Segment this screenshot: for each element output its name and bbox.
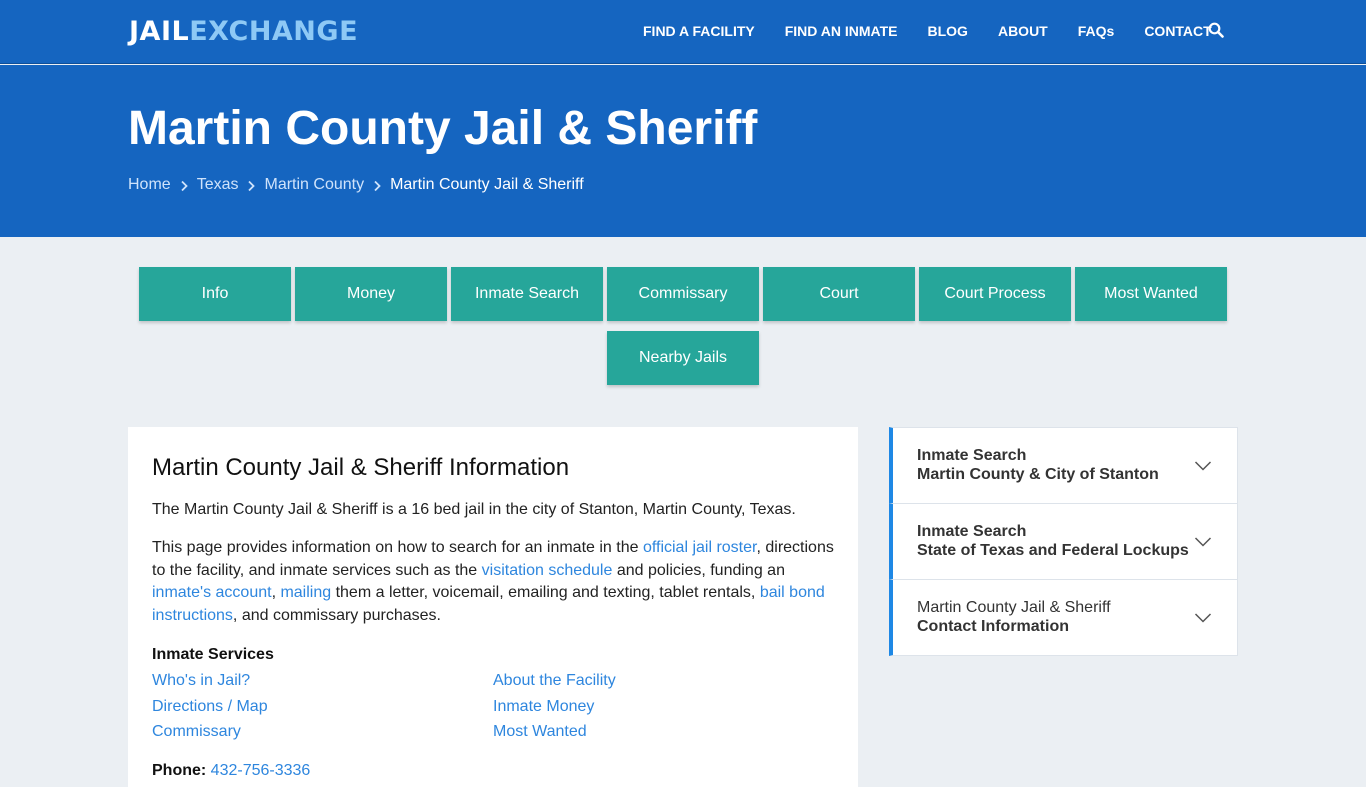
phone-row: Phone: 432-756-3336 (152, 762, 310, 780)
tab-court-process[interactable]: Court Process (919, 267, 1071, 321)
accordion-line2: Martin County & City of Stanton (917, 466, 1159, 483)
phone-number-link[interactable]: 432-756-3336 (211, 762, 311, 779)
chevron-right-icon (373, 179, 381, 192)
nav-find-facility[interactable]: FIND A FACILITY (643, 23, 755, 39)
page-hero: Martin County Jail & Sheriff Home Texas … (0, 65, 1366, 237)
link-directions-map[interactable]: Directions / Map (152, 698, 268, 716)
breadcrumb: Home Texas Martin County Martin County J… (128, 176, 584, 194)
breadcrumb-texas[interactable]: Texas (197, 176, 239, 194)
accordion-line2: Contact Information (917, 618, 1069, 635)
breadcrumb-current: Martin County Jail & Sheriff (390, 176, 584, 193)
tab-inmate-search[interactable]: Inmate Search (451, 267, 603, 321)
accordion-line1: Inmate Search (917, 447, 1027, 464)
tab-court[interactable]: Court (763, 267, 915, 321)
logo-exchange: EXCHANGE (189, 16, 359, 47)
chevron-down-icon (1194, 611, 1212, 623)
nav-blog[interactable]: BLOG (928, 23, 968, 39)
link-most-wanted[interactable]: Most Wanted (493, 723, 587, 741)
tab-commissary[interactable]: Commissary (607, 267, 759, 321)
facility-info-card: Martin County Jail & Sheriff Information… (128, 427, 858, 787)
accordion-inmate-search-local[interactable]: Inmate Search Martin County & City of St… (889, 427, 1238, 504)
link-whos-in-jail[interactable]: Who's in Jail? (152, 672, 250, 690)
site-logo[interactable]: JAILEXCHANGE (129, 16, 358, 47)
chevron-down-icon (1194, 459, 1212, 471)
breadcrumb-martin-county[interactable]: Martin County (264, 176, 364, 194)
accordion-line2: State of Texas and Federal Lockups (917, 542, 1189, 559)
link-inmates-account[interactable]: inmate's account (152, 584, 272, 601)
text-segment: and policies, funding an (612, 561, 785, 579)
top-navbar: JAILEXCHANGE FIND A FACILITY FIND AN INM… (0, 0, 1366, 64)
tab-info[interactable]: Info (139, 267, 291, 321)
chevron-right-icon (247, 179, 256, 192)
accordion-inmate-search-state[interactable]: Inmate Search State of Texas and Federal… (889, 503, 1238, 580)
search-icon[interactable] (1208, 22, 1226, 40)
page-title: Martin County Jail & Sheriff (128, 102, 758, 155)
tab-nearby-jails[interactable]: Nearby Jails (607, 331, 759, 385)
text-segment: , and commissary purchases. (232, 606, 441, 624)
nav-faqs[interactable]: FAQs (1078, 23, 1115, 39)
tab-money[interactable]: Money (295, 267, 447, 321)
phone-label: Phone: (152, 762, 207, 779)
accordion-line1: Martin County Jail & Sheriff (917, 599, 1111, 616)
overview-paragraph: This page provides information on how to… (152, 537, 842, 627)
text-segment: This page provides information on how to… (152, 539, 643, 556)
text-segment: them a letter, voicemail, emailing and t… (331, 584, 760, 601)
link-about-facility[interactable]: About the Facility (493, 672, 616, 690)
intro-paragraph: The Martin County Jail & Sheriff is a 16… (152, 501, 796, 518)
nav-find-inmate[interactable]: FIND AN INMATE (785, 23, 898, 39)
breadcrumb-home[interactable]: Home (128, 176, 171, 194)
link-commissary[interactable]: Commissary (152, 723, 241, 741)
link-official-jail-roster[interactable]: official jail roster (643, 539, 757, 556)
accordion-contact-info[interactable]: Martin County Jail & Sheriff Contact Inf… (889, 579, 1238, 656)
link-visitation-schedule[interactable]: visitation schedule (482, 562, 613, 579)
chevron-right-icon (180, 179, 188, 192)
link-mailing[interactable]: mailing (280, 584, 331, 601)
accordion-line1: Inmate Search (917, 523, 1027, 540)
nav-contact[interactable]: CONTACT (1144, 23, 1211, 39)
logo-jail: JAIL (129, 16, 190, 47)
tab-most-wanted[interactable]: Most Wanted (1075, 267, 1227, 321)
nav-about[interactable]: ABOUT (998, 23, 1048, 39)
info-heading: Martin County Jail & Sheriff Information (152, 454, 570, 481)
chevron-down-icon (1194, 535, 1212, 547)
inmate-services-title: Inmate Services (152, 646, 274, 663)
main-nav: FIND A FACILITY FIND AN INMATE BLOG ABOU… (643, 22, 1242, 40)
link-inmate-money[interactable]: Inmate Money (493, 698, 594, 716)
